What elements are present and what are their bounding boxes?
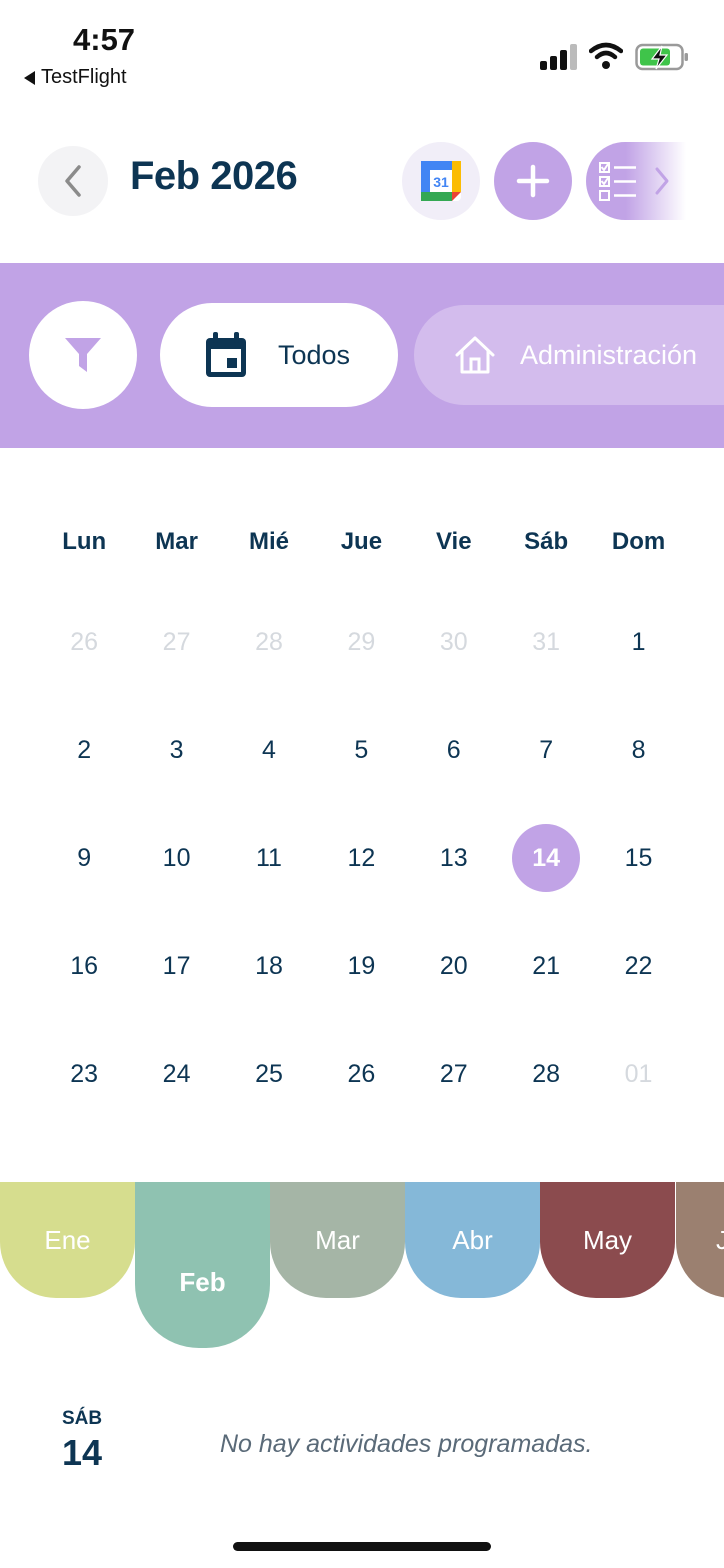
filter-button[interactable]: [29, 301, 137, 409]
calendar-day-outside-month[interactable]: 27: [130, 588, 222, 696]
filter-chip-label: Todos: [278, 339, 351, 370]
month-tab-may[interactable]: May: [540, 1182, 675, 1298]
home-indicator[interactable]: [233, 1542, 491, 1551]
calendar-week: 16 17 18 19 20 21 22: [38, 912, 685, 1020]
month-calendar: Lun Mar Mié Jue Vie Sáb Dom 26 27 28 29 …: [38, 520, 685, 1128]
back-triangle-icon: [24, 70, 35, 85]
calendar-day[interactable]: 27: [408, 1020, 500, 1128]
google-calendar-button[interactable]: 31: [402, 142, 480, 220]
add-event-button[interactable]: [494, 142, 572, 220]
calendar-week: 26 27 28 29 30 31 1: [38, 588, 685, 696]
calendar-day-outside-month[interactable]: 30: [408, 588, 500, 696]
back-to-app-link[interactable]: TestFlight: [24, 66, 127, 89]
agenda-empty-message: No hay actividades programadas.: [220, 1430, 593, 1458]
agenda-day-of-week: SÁB: [62, 1408, 103, 1429]
calendar-day[interactable]: 21: [500, 912, 592, 1020]
previous-month-button[interactable]: [38, 146, 108, 216]
filter-chip-administracion[interactable]: Administración: [414, 305, 724, 405]
calendar-day[interactable]: 17: [130, 912, 222, 1020]
google-calendar-badge: 31: [433, 174, 449, 190]
month-title: Feb 2026: [130, 154, 298, 198]
weekday-label: Dom: [611, 528, 666, 555]
calendar-day-outside-month[interactable]: 01: [592, 1020, 684, 1128]
calendar-day[interactable]: 16: [38, 912, 130, 1020]
calendar-day-selected[interactable]: 14: [500, 804, 592, 912]
calendar-day[interactable]: 18: [223, 912, 315, 1020]
back-app-label: TestFlight: [41, 66, 127, 88]
weekday-label: Mar: [155, 528, 198, 555]
month-tab-strip: Ene Feb Mar Abr May J: [0, 1182, 724, 1352]
selected-day-marker: 14: [512, 824, 581, 892]
month-tab-feb[interactable]: Feb: [135, 1182, 270, 1348]
calendar-day[interactable]: 20: [408, 912, 500, 1020]
wifi-icon: [589, 42, 623, 69]
calendar-day[interactable]: 13: [408, 804, 500, 912]
funnel-icon: [65, 338, 101, 372]
calendar-day[interactable]: 22: [592, 912, 684, 1020]
weekday-label: Lun: [62, 528, 107, 555]
calendar-day-outside-month[interactable]: 28: [223, 588, 315, 696]
calendar-day[interactable]: 28: [500, 1020, 592, 1128]
calendar-icon: [206, 332, 246, 377]
calendar-day-outside-month[interactable]: 31: [500, 588, 592, 696]
status-time: 4:57: [73, 22, 136, 57]
weekday-header: Lun Mar Mié Jue Vie Sáb Dom: [38, 520, 685, 564]
calendar-day[interactable]: 11: [223, 804, 315, 912]
calendar-day[interactable]: 12: [315, 804, 407, 912]
agenda-day-number: 14: [62, 1432, 103, 1473]
home-icon: [455, 336, 495, 374]
checklist-icon: [599, 162, 636, 201]
filter-bar: Todos Administración: [0, 263, 724, 448]
cellular-signal-icon: [540, 44, 577, 70]
chevron-left-icon: [65, 165, 81, 197]
calendar-day[interactable]: 19: [315, 912, 407, 1020]
calendar-day[interactable]: 23: [38, 1020, 130, 1128]
plus-icon: [516, 164, 550, 198]
calendar-day[interactable]: 3: [130, 696, 222, 804]
calendar-day[interactable]: 26: [315, 1020, 407, 1128]
task-list-button[interactable]: [586, 142, 686, 220]
calendar-day[interactable]: 8: [592, 696, 684, 804]
calendar-day[interactable]: 9: [38, 804, 130, 912]
calendar-week: 2 3 4 5 6 7 8: [38, 696, 685, 804]
month-tab-abr[interactable]: Abr: [405, 1182, 540, 1298]
calendar-week: 23 24 25 26 27 28 01: [38, 1020, 685, 1128]
battery-charging-icon: [635, 43, 688, 71]
month-tab-jun[interactable]: J: [676, 1182, 724, 1298]
month-tab-ene[interactable]: Ene: [0, 1182, 135, 1298]
calendar-day-outside-month[interactable]: 26: [38, 588, 130, 696]
calendar-day[interactable]: 7: [500, 696, 592, 804]
weekday-label: Vie: [435, 528, 472, 555]
weekday-label: Mié: [248, 528, 289, 555]
calendar-week: 9 10 11 12 13 14 15: [38, 804, 685, 912]
google-calendar-icon: 31: [421, 161, 461, 201]
chevron-right-icon[interactable]: [654, 166, 670, 196]
calendar-day-outside-month[interactable]: 29: [315, 588, 407, 696]
calendar-day[interactable]: 24: [130, 1020, 222, 1128]
month-tab-mar[interactable]: Mar: [270, 1182, 405, 1298]
weekday-label: Jue: [340, 528, 383, 555]
calendar-day[interactable]: 6: [408, 696, 500, 804]
calendar-day[interactable]: 10: [130, 804, 222, 912]
filter-chip-label: Administración: [520, 339, 698, 370]
calendar-day[interactable]: 5: [315, 696, 407, 804]
calendar-day[interactable]: 25: [223, 1020, 315, 1128]
weekday-label: Sáb: [524, 528, 569, 555]
calendar-day[interactable]: 2: [38, 696, 130, 804]
filter-chip-todos[interactable]: Todos: [160, 303, 398, 407]
calendar-day[interactable]: 4: [223, 696, 315, 804]
calendar-day[interactable]: 15: [592, 804, 684, 912]
calendar-day[interactable]: 1: [592, 588, 684, 696]
